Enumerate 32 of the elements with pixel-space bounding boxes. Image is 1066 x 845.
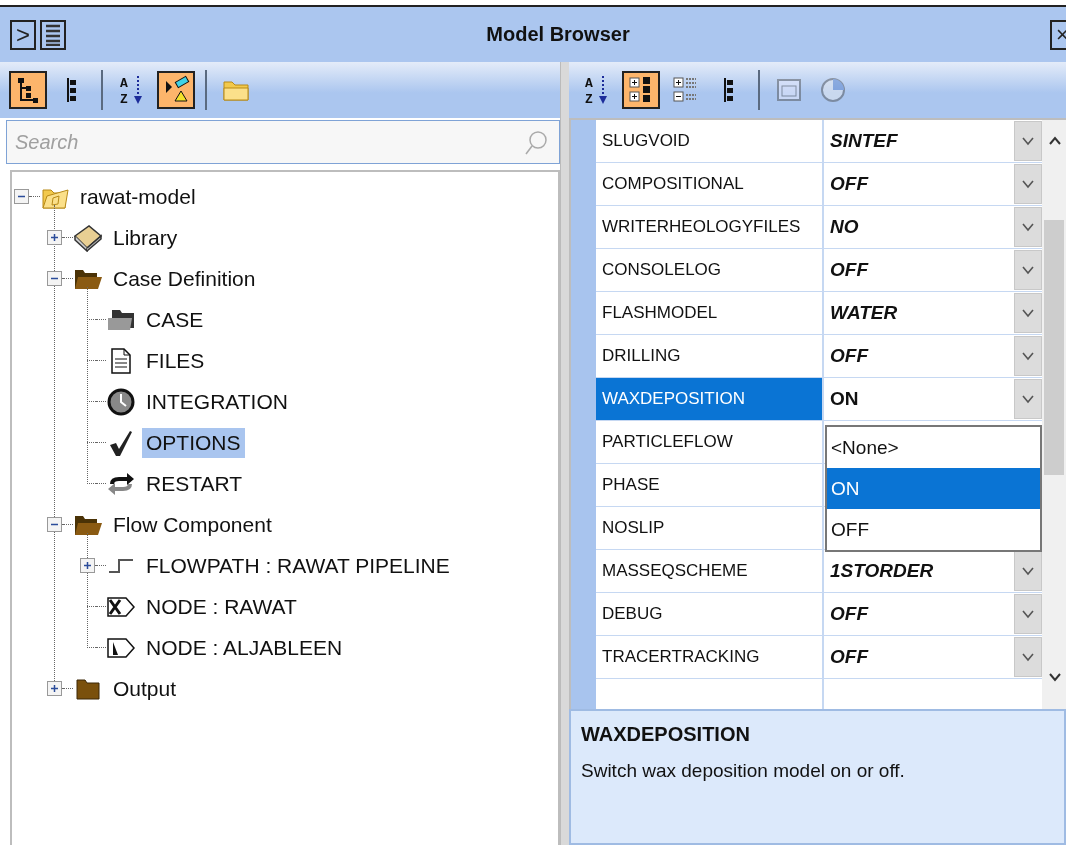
- tree-item[interactable]: INTEGRATION: [142, 386, 292, 417]
- property-value: OFF: [829, 645, 870, 669]
- tree-item[interactable]: NODE : RAWAT: [142, 591, 301, 622]
- description-title: WAXDEPOSITION: [581, 723, 751, 746]
- tree-item[interactable]: Flow Component: [109, 509, 276, 540]
- property-value: ON: [829, 387, 860, 411]
- description-text: Switch wax deposition model on or off.: [581, 760, 906, 782]
- property-value: OFF: [829, 602, 870, 626]
- property-value: SINTEF: [829, 129, 899, 153]
- sort-button[interactable]: A Z: [113, 71, 151, 109]
- dropdown-option[interactable]: ON: [827, 468, 1040, 509]
- expand-button[interactable]: >: [10, 19, 36, 50]
- tree-item[interactable]: FLOWPATH : RAWAT PIPELINE: [142, 550, 454, 581]
- tree-item[interactable]: OPTIONS: [142, 427, 245, 458]
- tree-item[interactable]: Output: [109, 673, 181, 704]
- tree-item[interactable]: Library: [109, 222, 182, 253]
- tree-item[interactable]: rawat-model: [76, 181, 200, 212]
- tree-item[interactable]: FILES: [142, 345, 209, 376]
- property-value: OFF: [829, 172, 870, 196]
- sort-button[interactable]: A Z: [578, 71, 616, 109]
- tree-item[interactable]: RESTART: [142, 468, 247, 499]
- tree-item[interactable]: NODE : ALJABLEEN: [142, 632, 347, 663]
- property-value: 1STORDER: [829, 559, 935, 583]
- property-name[interactable]: WAXDEPOSITION: [596, 378, 824, 420]
- tree-item[interactable]: CASE: [142, 304, 208, 335]
- tree-item[interactable]: Case Definition: [109, 263, 260, 294]
- property-value: NO: [829, 215, 860, 239]
- search-field[interactable]: Search: [6, 120, 560, 164]
- property-value: WATER: [829, 301, 899, 325]
- window-title: Model Browser: [485, 23, 631, 46]
- property-value: OFF: [829, 258, 870, 282]
- property-value: OFF: [829, 344, 870, 368]
